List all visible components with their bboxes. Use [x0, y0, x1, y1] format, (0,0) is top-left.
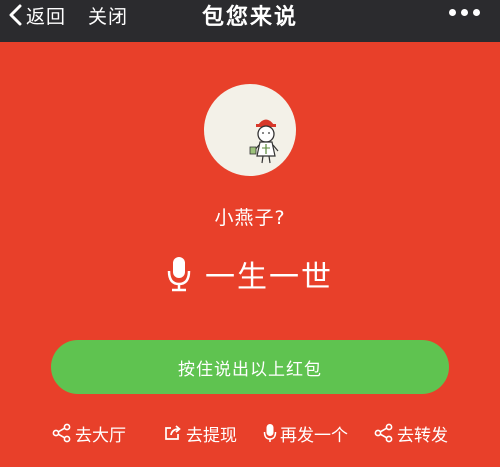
top-nav-bar: 返回 关闭 包您来说 — [0, 0, 500, 42]
go-hall-label: 去大厅 — [75, 425, 126, 446]
voice-phrase-row: 一生一世 — [0, 254, 500, 295]
withdraw-label: 去提现 — [186, 425, 237, 446]
microphone-icon — [167, 257, 191, 292]
chevron-left-icon — [9, 4, 22, 26]
withdraw-button[interactable]: 去提现 — [163, 419, 237, 447]
export-icon — [165, 425, 181, 440]
back-button[interactable]: 返回 — [8, 0, 66, 30]
send-another-button[interactable]: 再发一个 — [263, 419, 348, 447]
forward-button[interactable]: 去转发 — [374, 419, 448, 447]
avatar-illustration — [249, 119, 279, 164]
forward-label: 去转发 — [397, 425, 448, 446]
hold-to-speak-button[interactable]: 按住说出以上红包 — [51, 340, 449, 394]
voice-phrase: 一生一世 — [205, 260, 333, 295]
close-button[interactable]: 关闭 — [88, 0, 128, 30]
avatar — [204, 84, 296, 176]
share-icon — [374, 423, 393, 443]
page-title: 包您来说 — [201, 5, 298, 30]
microphone-icon — [263, 424, 277, 442]
send-another-label: 再发一个 — [280, 425, 348, 446]
share-icon — [52, 423, 71, 443]
go-hall-button[interactable]: 去大厅 — [52, 419, 126, 447]
more-dots-icon[interactable] — [449, 9, 480, 16]
sender-name: 小燕子? — [214, 207, 286, 229]
action-bar: 去大厅 去提现 再发一个 去转发 — [0, 419, 500, 447]
back-label: 返回 — [26, 5, 67, 28]
